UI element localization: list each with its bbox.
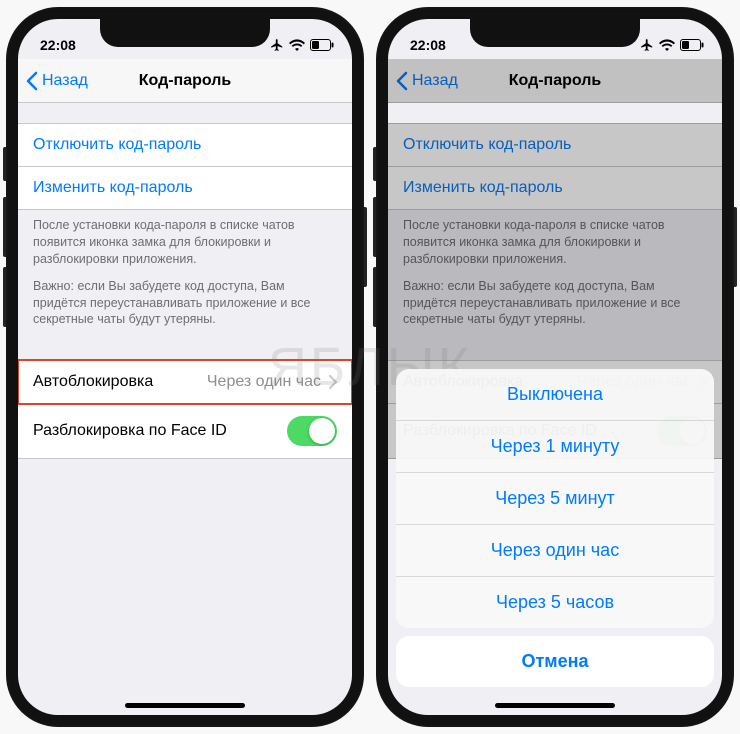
autolock-value: Через один час <box>207 373 321 391</box>
sheet-cancel-button[interactable]: Отмена <box>396 636 714 687</box>
sheet-option-5hours[interactable]: Через 5 часов <box>396 577 714 628</box>
home-indicator[interactable] <box>495 703 615 708</box>
chevron-right-icon <box>329 375 337 389</box>
notch <box>100 19 270 47</box>
home-indicator[interactable] <box>125 703 245 708</box>
nav-bar: Назад Код-пароль <box>18 59 352 103</box>
sheet-option-disabled[interactable]: Выключена <box>396 369 714 421</box>
faceid-cell: Разблокировка по Face ID <box>18 403 352 459</box>
battery-icon <box>310 39 334 51</box>
sheet-option-1min[interactable]: Через 1 минуту <box>396 421 714 473</box>
autolock-cell[interactable]: Автоблокировка Через один час <box>18 360 352 404</box>
sheet-option-1hour[interactable]: Через один час <box>396 525 714 577</box>
back-button[interactable]: Назад <box>18 71 88 91</box>
faceid-label: Разблокировка по Face ID <box>33 422 227 440</box>
wifi-icon <box>289 39 305 51</box>
status-time: 22:08 <box>40 37 76 53</box>
faceid-toggle[interactable] <box>287 416 337 446</box>
passcode-footer-note: После установки кода-пароля в списке чат… <box>18 209 352 328</box>
disable-passcode-link[interactable]: Отключить код-пароль <box>18 123 352 167</box>
back-label: Назад <box>42 72 88 90</box>
phone-frame-left: 22:08 Назад Код-пароль <box>6 7 364 727</box>
airplane-icon <box>270 38 284 52</box>
autolock-label: Автоблокировка <box>33 373 153 391</box>
change-passcode-link[interactable]: Изменить код-пароль <box>18 166 352 210</box>
chevron-left-icon <box>26 71 38 91</box>
sheet-option-5min[interactable]: Через 5 минут <box>396 473 714 525</box>
phone-frame-right: 22:08 Назад Код-пароль <box>376 7 734 727</box>
action-sheet: Выключена Через 1 минуту Через 5 минут Ч… <box>388 19 722 715</box>
